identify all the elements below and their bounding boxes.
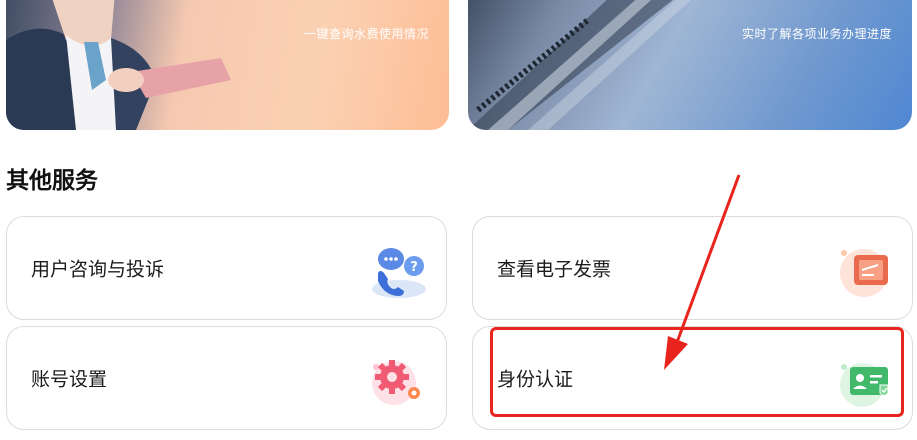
banner-caption-business-progress: 实时了解各项业务办理进度	[741, 27, 892, 41]
water-plant-photo	[468, 0, 691, 130]
other-services-title: 其他服务	[6, 168, 98, 194]
invoice-folder-icon	[840, 249, 888, 297]
customer-consult-complaint-card[interactable]: 用户咨询与投诉 ?	[6, 216, 447, 320]
card-label: 账号设置	[31, 368, 108, 391]
customer-service-chat-icon: ?	[372, 248, 426, 298]
gear-settings-icon	[372, 360, 420, 405]
account-settings-card[interactable]: 账号设置	[6, 326, 447, 430]
card-label: 查看电子发票	[497, 258, 612, 281]
card-label: 身份认证	[497, 368, 574, 391]
card-label: 用户咨询与投诉	[31, 258, 165, 281]
water-fee-query-banner[interactable]: 一键查询水费使用情况	[6, 0, 449, 130]
identity-verification-card[interactable]: 身份认证	[472, 326, 913, 430]
banner-caption-water-fee: 一键查询水费使用情况	[303, 27, 429, 41]
service-staff-photo	[6, 0, 231, 130]
business-progress-banner[interactable]: 实时了解各项业务办理进度	[468, 0, 912, 130]
id-card-verification-icon	[840, 363, 889, 407]
svg-text:?: ?	[410, 260, 418, 275]
view-e-invoice-card[interactable]: 查看电子发票	[472, 216, 913, 320]
